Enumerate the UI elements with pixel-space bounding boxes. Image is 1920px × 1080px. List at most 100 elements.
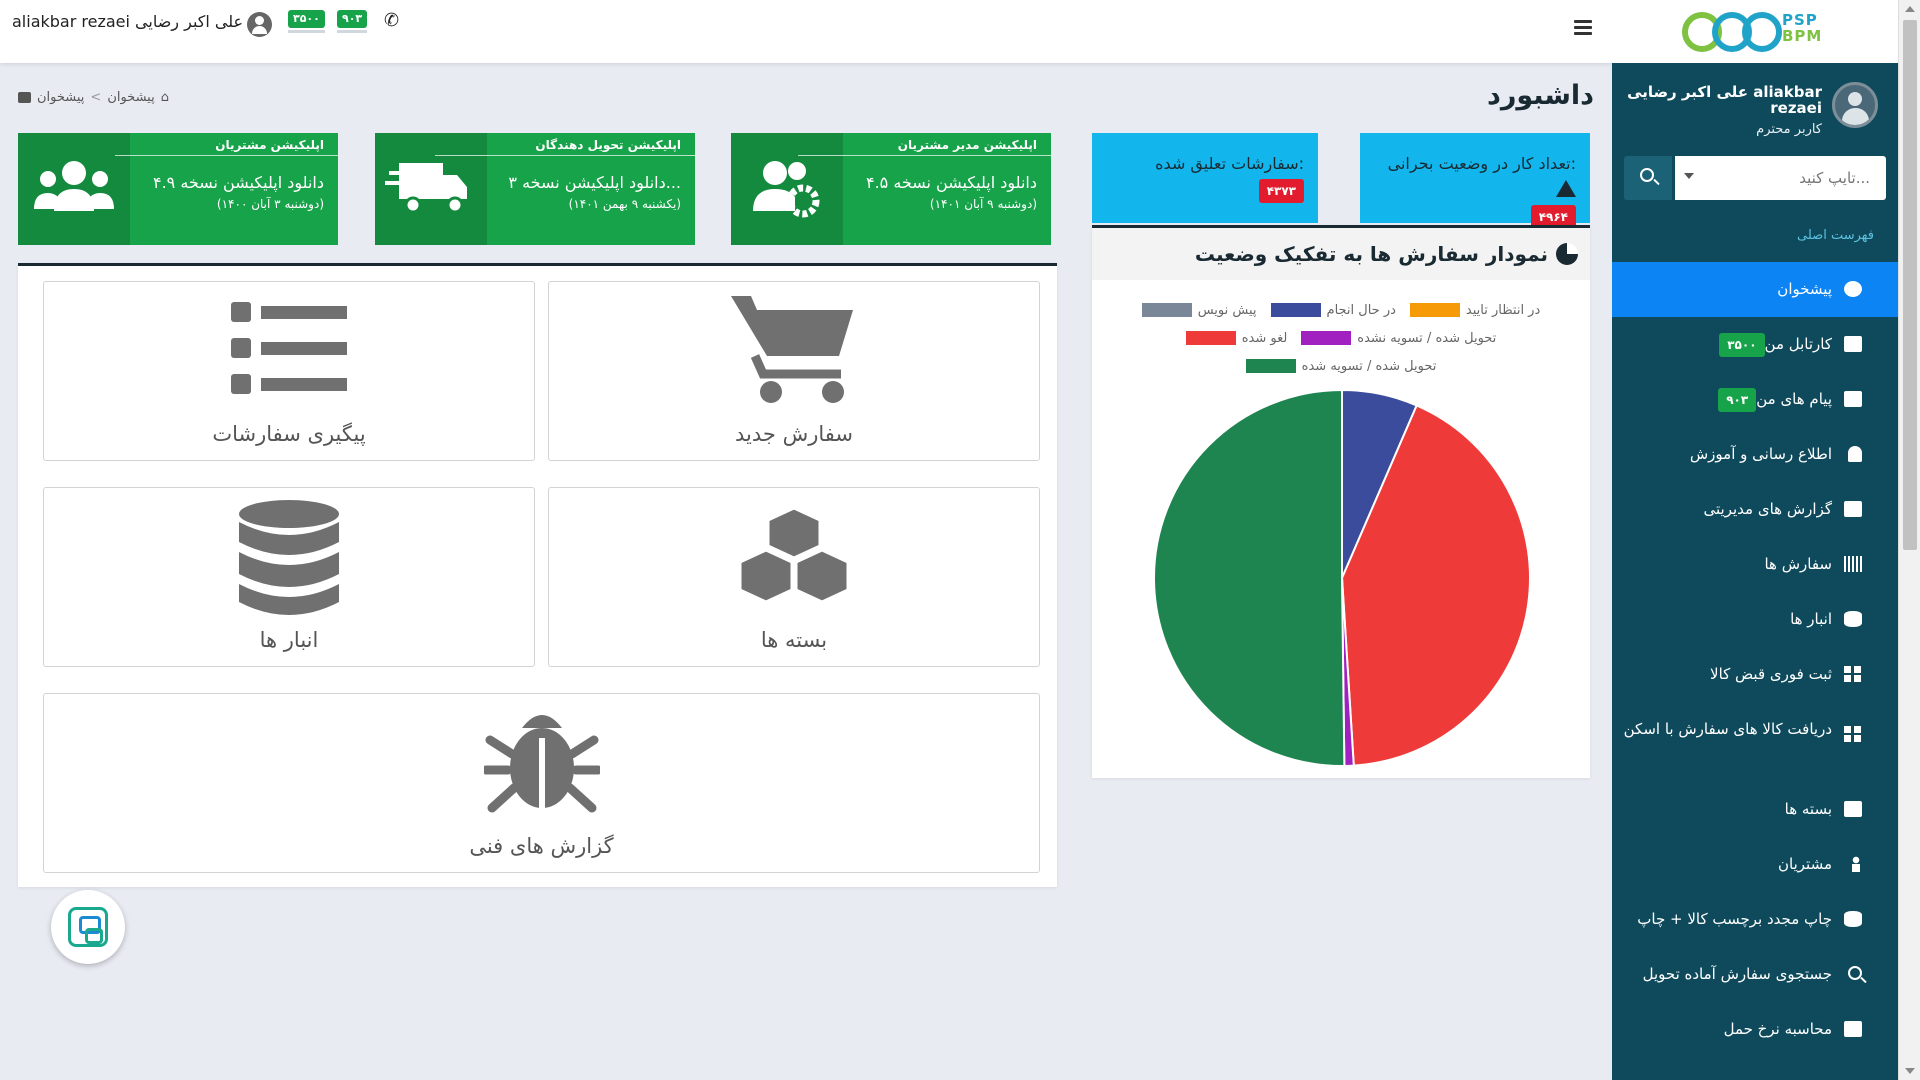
pie-slice[interactable] xyxy=(1152,388,1346,767)
app-card-delivery[interactable]: اپلیکیشن تحویل دهندگان دانلود اپلیکیشن ن… xyxy=(375,133,695,245)
folder-icon xyxy=(1844,336,1862,352)
legend-item[interactable]: تحویل شده / تسویه نشده xyxy=(1301,331,1496,346)
sidebar-user-panel: علی اکبر رضایی aliakbar rezaei کاربر محت… xyxy=(1627,78,1878,148)
legend-swatch xyxy=(1409,303,1460,317)
sidebar-item-reprint-labels[interactable]: چاپ مجدد برچسب کالا + چاپ xyxy=(1612,892,1898,947)
user-tie-icon xyxy=(1850,856,1862,872)
legend-item[interactable]: لغو شده xyxy=(1185,330,1288,346)
qrcode-icon xyxy=(1844,726,1862,742)
search-icon xyxy=(1848,966,1862,980)
critical-tasks-card[interactable]: تعداد کار در وضعیت بحرانی: ۴۹۶۴ xyxy=(1360,133,1590,229)
messages-count-badge[interactable]: ۹۰۳ xyxy=(337,10,368,33)
legend-item[interactable]: در انتظار تایید xyxy=(1409,303,1540,318)
orders-pie-chart xyxy=(1152,388,1531,767)
legend-swatch xyxy=(1301,331,1352,345)
app-card-download-link[interactable]: دانلود اپلیکیشن نسخه ۴.۹ xyxy=(153,173,324,192)
home-icon[interactable]: ⌂ xyxy=(161,90,169,105)
scroll-up-arrow-icon[interactable] xyxy=(1905,6,1915,12)
orders-status-chart-panel: نمودار سفارش ها به تفکیک وضعیت در انتظار… xyxy=(1092,225,1590,778)
page-scrollbar[interactable] xyxy=(1898,0,1920,1080)
line-chart-icon xyxy=(1844,501,1862,517)
legend-swatch xyxy=(1245,359,1296,373)
logo-rings-icon xyxy=(1682,12,1782,52)
suspended-orders-card[interactable]: سفارشات تعلیق شده: ۴۳۷۳ xyxy=(1092,133,1318,223)
legend-item[interactable]: در حال انجام xyxy=(1270,302,1396,318)
scrollbar-thumb[interactable] xyxy=(1903,20,1917,550)
app-logo-icon xyxy=(68,907,108,947)
chart-title: نمودار سفارش ها به تفکیک وضعیت xyxy=(1194,242,1548,266)
app-card-download-link[interactable]: دانلود اپلیکیشن نسخه ۳... xyxy=(508,173,681,192)
logo-text: PSP BPM xyxy=(1782,11,1823,45)
legend-label: لغو شده xyxy=(1241,330,1288,346)
sidebar-item-management-reports[interactable]: گزارش های مدیریتی xyxy=(1612,482,1898,537)
app-card-download-link[interactable]: دانلود اپلیکیشن نسخه ۴.۵ xyxy=(866,173,1037,192)
database-icon xyxy=(1844,611,1862,627)
legend-swatch xyxy=(1270,303,1321,317)
sidebar-item-orders[interactable]: سفارش ها xyxy=(1612,537,1898,592)
sidebar-item-quick-receipt[interactable]: ثبت فوری قبض کالا xyxy=(1612,647,1898,702)
sidebar-menu: پیشخوان ۳۵۰۰ کارتابل من ۹۰۳ پیام های من اط… xyxy=(1612,262,1898,1057)
page-title: داشبورد xyxy=(1486,80,1594,111)
database-icon xyxy=(1844,911,1862,927)
suspended-orders-label: سفارشات تعلیق شده: xyxy=(1155,154,1304,173)
pie-chart-icon xyxy=(1556,243,1578,265)
sidebar-item-cartable[interactable]: ۳۵۰۰ کارتابل من xyxy=(1612,317,1898,372)
new-order-tile[interactable]: سفارش جدید xyxy=(548,281,1040,461)
sidebar-item-shipping-rate[interactable]: محاسبه نرخ حمل xyxy=(1612,1002,1898,1057)
critical-tasks-label: تعداد کار در وضعیت بحرانی: xyxy=(1387,154,1576,173)
cartable-count-badge[interactable]: ۳۵۰۰ xyxy=(288,10,325,33)
chevron-down-icon[interactable] xyxy=(1684,173,1694,179)
sidebar-item-messages[interactable]: ۹۰۳ پیام های من xyxy=(1612,372,1898,427)
sidebar-section-label: فهرست اصلی xyxy=(1797,228,1874,243)
suspended-orders-badge: ۴۳۷۳ xyxy=(1258,179,1304,203)
search-input[interactable] xyxy=(1675,156,1886,200)
sidebar-item-dashboard[interactable]: پیشخوان xyxy=(1612,262,1898,317)
legend-swatch xyxy=(1141,303,1192,317)
app-card-customers[interactable]: اپلیکیشن مشتریان دانلود اپلیکیشن نسخه ۴.… xyxy=(18,133,338,245)
tech-reports-tile[interactable]: گزارش های فنی xyxy=(43,693,1040,873)
app-card-customer-manager[interactable]: اپلیکیشن مدیر مشتریان دانلود اپلیکیشن نس… xyxy=(731,133,1052,245)
app-card-title: اپلیکیشن تحویل دهندگان xyxy=(435,138,695,156)
app-card-date: (دوشنبه ۳ آبان ۱۴۰۰) xyxy=(216,197,324,211)
database-icon xyxy=(239,500,339,615)
sidebar-item-packages[interactable]: بسته ها xyxy=(1612,782,1898,837)
app-card-date: (دوشنبه ۹ آبان ۱۴۰۱) xyxy=(929,197,1037,211)
legend-item[interactable]: تحویل شده / تسویه شده xyxy=(1245,359,1436,374)
track-orders-tile[interactable]: پیگیری سفارشات xyxy=(43,281,535,461)
top-navbar: aliakbar rezaei علی اکبر رضایی ۳۵۰۰ ۹۰۳ … xyxy=(0,0,1612,63)
bug-icon xyxy=(483,715,600,813)
legend-swatch xyxy=(1185,331,1236,345)
breadcrumb-link[interactable]: پیشخوان xyxy=(107,90,154,105)
user-avatar-icon xyxy=(1832,82,1878,128)
legend-label: تحویل شده / تسویه نشده xyxy=(1357,330,1497,346)
floating-app-button[interactable] xyxy=(51,890,125,964)
user-avatar-icon[interactable] xyxy=(247,12,272,37)
scroll-down-arrow-icon[interactable] xyxy=(1905,1068,1915,1074)
packages-tile[interactable]: بسته ها xyxy=(548,487,1040,667)
cubes-icon xyxy=(738,506,850,604)
topbar-user-name[interactable]: aliakbar rezaei علی اکبر رضایی xyxy=(12,12,243,31)
app-card-title: اپلیکیشن مدیر مشتریان xyxy=(797,138,1052,156)
legend-label: پیش نویس xyxy=(1197,302,1257,318)
legend-label: در حال انجام xyxy=(1326,302,1396,318)
sidebar-cartable-badge: ۳۵۰۰ xyxy=(1719,332,1765,357)
inbox-icon xyxy=(1844,391,1862,407)
sidebar: PSP BPM علی اکبر رضایی aliakbar rezaei کا… xyxy=(1612,0,1898,1080)
dashboard-gauge-icon xyxy=(1844,281,1862,297)
logo[interactable]: PSP BPM xyxy=(1612,0,1898,63)
bell-icon xyxy=(1848,446,1862,462)
sidebar-item-customers[interactable]: مشتریان xyxy=(1612,837,1898,892)
users-icon xyxy=(34,161,114,211)
sidebar-item-warehouses[interactable]: انبار ها xyxy=(1612,592,1898,647)
sidebar-item-announcements[interactable]: اطلاع رسانی و آموزش xyxy=(1612,427,1898,482)
shopping-cart-icon xyxy=(731,296,853,403)
chart-legend: در انتظار تایید در حال انجام پیش نویس تحویل… xyxy=(1092,296,1590,380)
search-button[interactable] xyxy=(1624,156,1672,200)
phone-icon[interactable]: ✆ xyxy=(384,10,399,31)
warehouses-tile[interactable]: انبار ها xyxy=(43,487,535,667)
sidebar-item-scan-receive[interactable]: دریافت کالا های سفارش با اسکن xyxy=(1612,702,1898,782)
legend-item[interactable]: پیش نویس xyxy=(1141,302,1257,318)
sidebar-item-ready-orders-search[interactable]: جستجوی سفارش آماده تحویل xyxy=(1612,947,1898,1002)
hamburger-menu-icon[interactable] xyxy=(1574,20,1592,35)
barcode-icon xyxy=(1844,556,1862,572)
